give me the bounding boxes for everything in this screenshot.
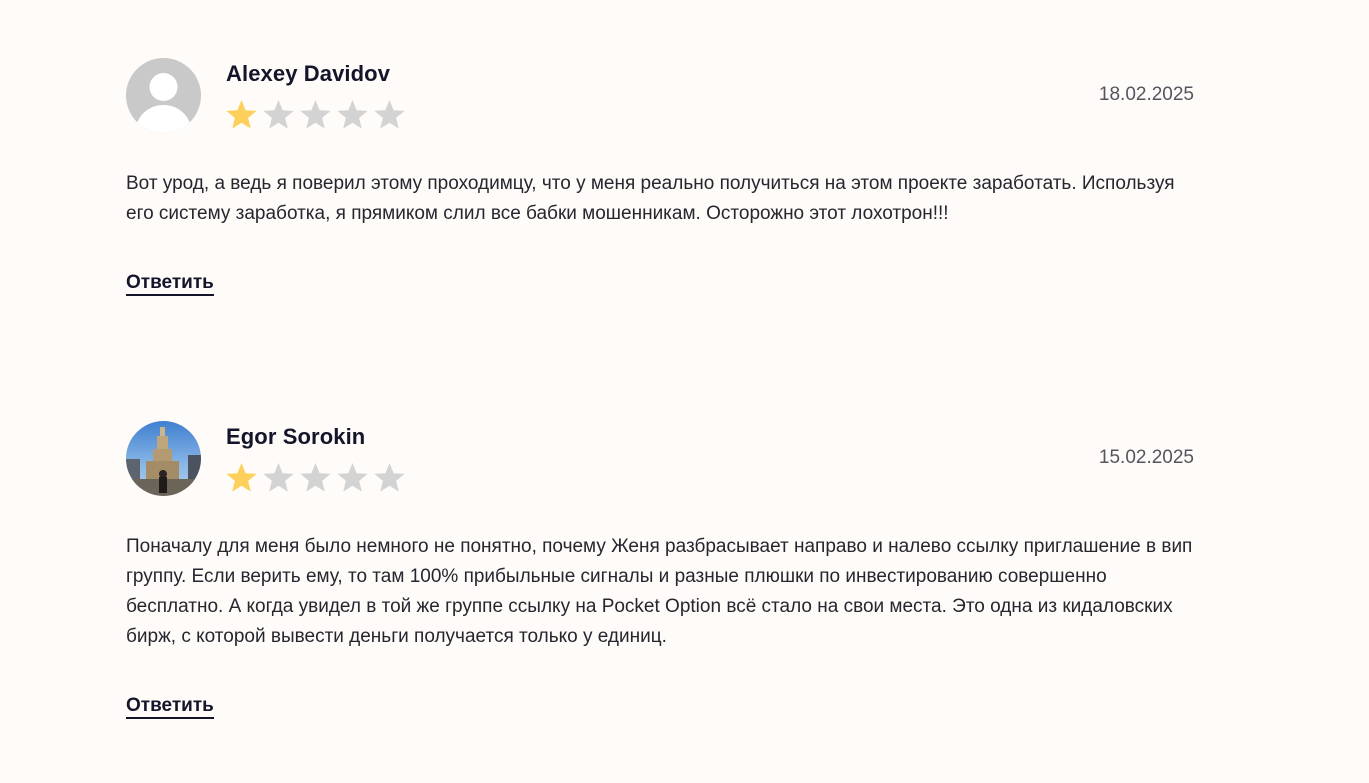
default-avatar-icon [126,58,201,133]
review-header: Alexey Davidov 18.02.2025 [126,58,1194,134]
user-photo-avatar [126,421,201,496]
star-empty-icon [300,100,331,129]
star-empty-icon [374,463,405,492]
star-filled-icon [226,463,257,492]
review-author: Egor Sorokin [226,424,366,449]
star-empty-icon [263,463,294,492]
review-text: Поначалу для меня было немного не понятн… [126,536,1193,647]
star-empty-icon [263,100,294,129]
review-item: Alexey Davidov 18.02.2025 Вот урод, а ве… [126,58,1194,296]
review-header: Egor Sorokin 15.02.2025 [126,421,1194,497]
review-date: 15.02.2025 [1098,447,1194,468]
rating-stars [225,99,406,131]
rating-stars [225,462,406,494]
review-date: 18.02.2025 [1098,84,1194,105]
star-empty-icon [300,463,331,492]
star-empty-icon [337,463,368,492]
review-author: Alexey Davidov [226,61,391,86]
reviews-list: Alexey Davidov 18.02.2025 Вот урод, а ве… [0,0,1369,783]
star-empty-icon [337,100,368,129]
reply-button[interactable]: Ответить [126,272,214,296]
review-text: Вот урод, а ведь я поверил этому проходи… [126,173,1175,224]
reply-button[interactable]: Ответить [126,695,214,719]
review-item: Egor Sorokin 15.02.2025 Поначалу для мен… [126,421,1194,719]
star-empty-icon [374,100,405,129]
star-filled-icon [226,100,257,129]
